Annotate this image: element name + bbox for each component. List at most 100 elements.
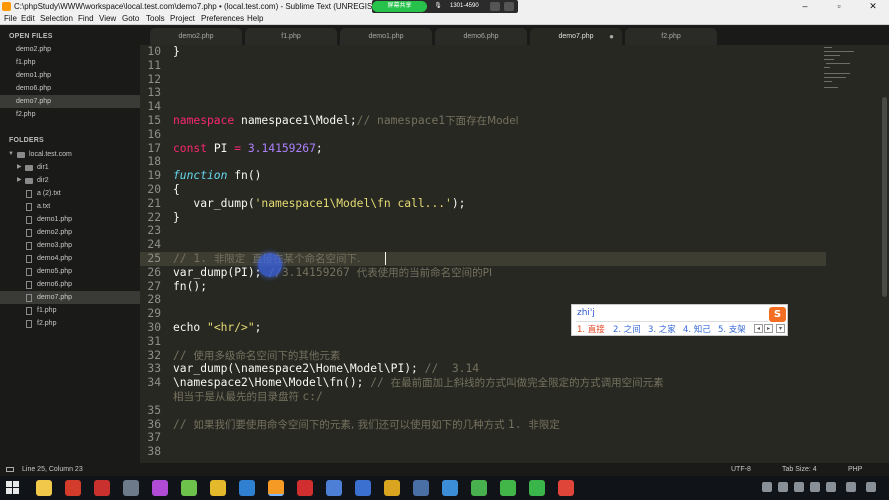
open-file-item[interactable]: f2.php — [0, 108, 140, 121]
code-line[interactable]: 34 \namespace2\Home\Model\fn(); // 在最前面加上… — [140, 376, 826, 390]
chrome-icon[interactable] — [210, 480, 226, 496]
tab-size-indicator[interactable]: Tab Size: 4 — [782, 463, 817, 476]
explorer-icon[interactable] — [36, 480, 52, 496]
code-line[interactable]: 37 — [140, 431, 826, 445]
chevron-right-icon[interactable]: ▶ — [17, 174, 22, 187]
file-item[interactable]: demo2.php — [0, 226, 140, 239]
menu-edit[interactable]: Edit — [21, 13, 35, 25]
code-line[interactable]: 32 // 使用多级命名空间下的其他元素 — [140, 349, 826, 363]
code-line[interactable]: 18 — [140, 155, 826, 169]
tab-demo1-php[interactable]: demo1.php — [340, 28, 432, 45]
code-line[interactable]: 19 function fn() — [140, 169, 826, 183]
notification-icon[interactable] — [866, 482, 876, 492]
ime-candidate[interactable]: 3. 之家 — [648, 323, 676, 335]
menu-selection[interactable]: Selection — [40, 13, 73, 25]
tray-icon[interactable] — [794, 482, 804, 492]
tab-demo6-php[interactable]: demo6.php — [435, 28, 527, 45]
code-line[interactable]: 33 var_dump(\namespace2\Home\Model\PI); /… — [140, 362, 826, 376]
open-file-item[interactable]: demo6.php — [0, 82, 140, 95]
file-item[interactable]: f2.php — [0, 317, 140, 330]
syntax-indicator[interactable]: PHP — [848, 463, 862, 476]
menu-view[interactable]: View — [99, 13, 116, 25]
code-line[interactable]: 14 — [140, 100, 826, 114]
code-line[interactable]: 10} — [140, 45, 826, 59]
ime-prev-page-icon[interactable]: ◂ — [754, 324, 763, 333]
unsaved-indicator-icon[interactable]: ● — [609, 28, 614, 45]
windows-start-icon[interactable] — [6, 481, 20, 495]
menu-goto[interactable]: Goto — [122, 13, 139, 25]
tab-demo7-php[interactable]: demo7.php ● — [530, 28, 622, 45]
menu-tools[interactable]: Tools — [146, 13, 165, 25]
code-line[interactable]: 25 // 1. 非限定 直接在某个命名空间下. — [140, 252, 826, 266]
code-line[interactable]: 27 fn(); — [140, 280, 826, 294]
app-icon-a[interactable] — [94, 480, 110, 496]
panel-toggle-icon[interactable] — [6, 467, 14, 472]
code-line[interactable]: 36 // 如果我们要使用命令空间下的元素, 我们还可以使用如下的几种方式 1. … — [140, 418, 826, 432]
tab-f2-php[interactable]: f2.php — [625, 28, 717, 45]
menu-help[interactable]: Help — [247, 13, 263, 25]
code-line[interactable]: 15 namespace namespace1\Model;// namespac… — [140, 114, 826, 128]
share-control-icon[interactable] — [504, 2, 514, 11]
xmind-icon[interactable] — [297, 480, 313, 496]
open-file-item[interactable]: demo7.php — [0, 95, 140, 108]
app-icon-d[interactable] — [181, 480, 197, 496]
code-line[interactable]: 12 — [140, 73, 826, 87]
app-icon-m[interactable] — [558, 480, 574, 496]
ime-candidate[interactable]: 1. 直接 — [577, 323, 605, 335]
menu-find[interactable]: Find — [78, 13, 94, 25]
app-icon-h[interactable] — [413, 480, 429, 496]
file-item[interactable]: a (2).txt — [0, 187, 140, 200]
app-icon-f[interactable] — [355, 480, 371, 496]
app-icon-g[interactable] — [384, 480, 400, 496]
tray-icon[interactable] — [810, 482, 820, 492]
share-control-icon[interactable] — [490, 2, 500, 11]
vertical-scrollbar[interactable] — [882, 97, 887, 297]
encoding-indicator[interactable]: UTF-8 — [731, 463, 751, 476]
open-file-item[interactable]: f1.php — [0, 56, 140, 69]
code-line[interactable]: 31 — [140, 335, 826, 349]
code-line[interactable]: 38 — [140, 445, 826, 459]
file-item[interactable]: demo7.php — [0, 291, 140, 304]
app-icon-i[interactable] — [442, 480, 458, 496]
menu-preferences[interactable]: Preferences — [201, 13, 244, 25]
code-line[interactable]: 20 { — [140, 183, 826, 197]
app-icon-l[interactable] — [529, 480, 545, 496]
sogou-ime-logo-icon[interactable]: S — [769, 307, 786, 322]
open-file-item[interactable]: demo2.php — [0, 43, 140, 56]
ime-candidate[interactable]: 2. 之间 — [613, 323, 641, 335]
code-line[interactable]: 相当于是从最先的目录盘符 c:/ — [140, 390, 826, 404]
maximize-button[interactable]: ▫ — [823, 0, 855, 13]
menu-file[interactable]: File — [4, 13, 17, 25]
vscode-icon[interactable] — [239, 480, 255, 496]
file-item[interactable]: demo3.php — [0, 239, 140, 252]
app-icon-e[interactable] — [326, 480, 342, 496]
menu-project[interactable]: Project — [170, 13, 195, 25]
file-item[interactable]: demo6.php — [0, 278, 140, 291]
code-line[interactable]: 35 — [140, 404, 826, 418]
tray-icon[interactable] — [846, 482, 856, 492]
file-item[interactable]: f1.php — [0, 304, 140, 317]
code-line[interactable]: 26 var_dump(PI); //3.14159267 代表使用的当前命名空间… — [140, 266, 826, 280]
minimap[interactable] — [820, 45, 880, 105]
file-item[interactable]: demo1.php — [0, 213, 140, 226]
code-line[interactable]: 11 — [140, 59, 826, 73]
close-button[interactable]: ✕ — [857, 0, 889, 13]
tray-icon[interactable] — [826, 482, 836, 492]
microphone-icon[interactable]: 🎙 — [432, 0, 444, 13]
app-icon-j[interactable] — [471, 480, 487, 496]
sublime-icon[interactable] — [268, 480, 284, 496]
ime-candidate[interactable]: 5. 支架 — [718, 323, 746, 335]
code-line[interactable]: 13 — [140, 86, 826, 100]
file-item[interactable]: a.txt — [0, 200, 140, 213]
chevron-down-icon[interactable]: ▼ — [8, 148, 14, 161]
tray-icon[interactable] — [778, 482, 788, 492]
minimize-button[interactable]: – — [789, 0, 821, 13]
app-icon-k[interactable] — [500, 480, 516, 496]
folder-root[interactable]: ▼ local.test.com — [0, 148, 140, 161]
file-item[interactable]: demo4.php — [0, 252, 140, 265]
file-item[interactable]: demo5.php — [0, 265, 140, 278]
screen-share-toolbar[interactable]: 屏幕共享 🎙 1301-4590 — [372, 0, 518, 13]
code-line[interactable]: 23 — [140, 224, 826, 238]
folder-item[interactable]: ▶ dir2 — [0, 174, 140, 187]
screen-share-badge[interactable]: 屏幕共享 — [372, 1, 427, 12]
